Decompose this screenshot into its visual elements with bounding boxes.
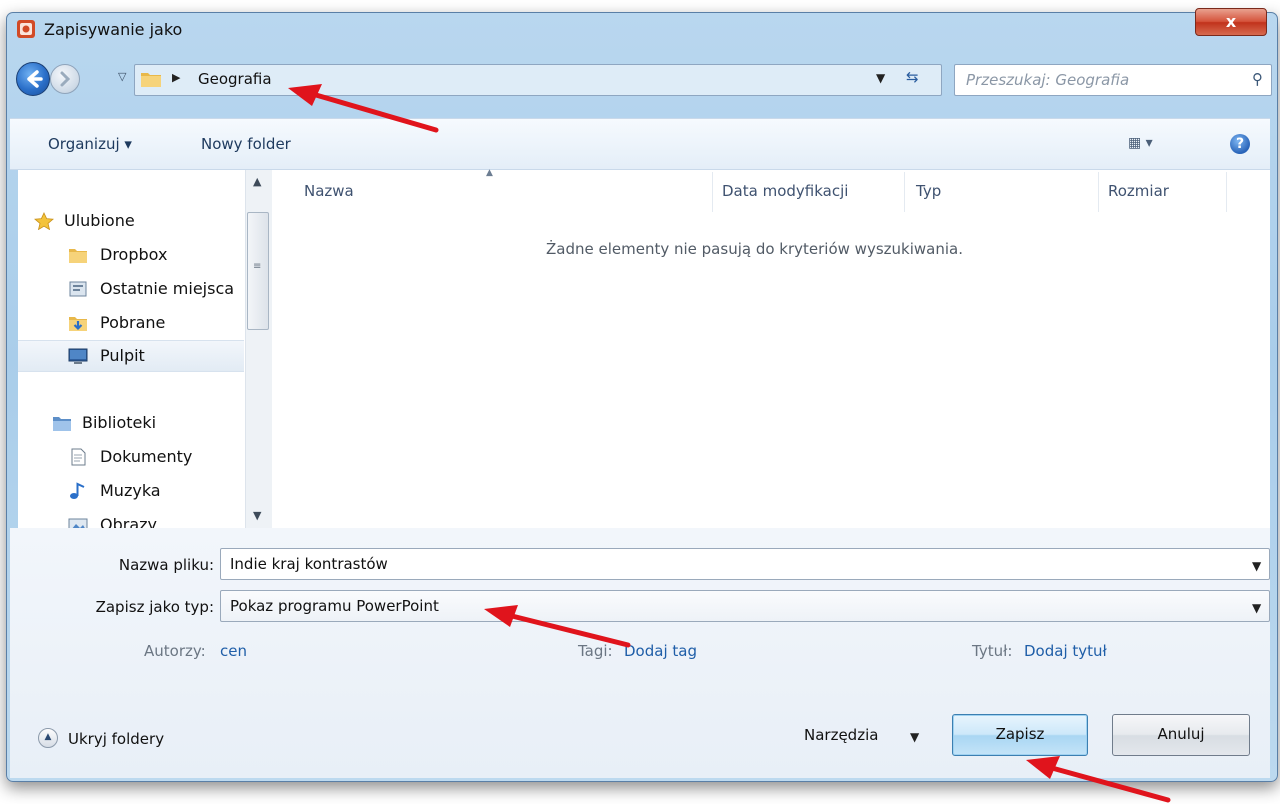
column-header-size[interactable]: Rozmiar — [1108, 182, 1169, 200]
folder-icon — [69, 249, 87, 263]
column-header-date-modified[interactable]: Data modyfikacji — [722, 182, 848, 200]
title-value[interactable]: Dodaj tytuł — [1024, 642, 1107, 660]
organize-button[interactable]: Organizuj ▾ — [48, 135, 132, 153]
file-list-pane[interactable] — [272, 170, 1270, 528]
scrollbar-grip-icon: ≡ — [253, 261, 262, 272]
forward-arrow-icon — [60, 71, 71, 87]
filename-value[interactable]: Indie kraj kontrastów — [230, 555, 388, 573]
nav-item-music[interactable]: Muzyka — [18, 476, 244, 506]
authors-label: Autorzy: — [144, 642, 206, 660]
tools-button[interactable]: Narzędzia — [804, 726, 878, 744]
tags-label: Tagi: — [578, 642, 613, 660]
powerpoint-app-icon — [17, 20, 35, 38]
forward-button[interactable] — [50, 64, 80, 94]
nav-item-recent-places[interactable]: Ostatnie miejsca — [18, 274, 244, 304]
libraries-icon — [53, 417, 71, 431]
pictures-icon — [68, 518, 88, 528]
file-type-dropdown-icon[interactable]: ▼ — [1252, 601, 1261, 615]
column-divider[interactable] — [904, 172, 905, 212]
star-icon — [34, 212, 54, 230]
help-icon[interactable]: ? — [1230, 134, 1250, 154]
close-button[interactable]: x — [1195, 8, 1267, 36]
file-type-value[interactable]: Pokaz programu PowerPoint — [230, 597, 439, 615]
file-type-label: Zapisz jako typ: — [95, 598, 214, 616]
nav-label: Ulubione — [64, 211, 135, 230]
back-button[interactable] — [16, 62, 50, 96]
nav-label: Muzyka — [100, 481, 161, 500]
column-divider[interactable] — [712, 172, 713, 212]
search-icon[interactable]: ⚲ — [1252, 70, 1263, 88]
desktop-icon — [68, 348, 88, 364]
hide-folders-icon[interactable]: ▲ — [38, 728, 58, 748]
nav-label: Pulpit — [100, 346, 145, 365]
nav-item-pictures[interactable]: Obrazy — [18, 510, 244, 528]
empty-results-message: Żadne elementy nie pasują do kryteriów w… — [546, 240, 963, 258]
nav-favorites-header[interactable]: Ulubione — [18, 206, 244, 236]
nav-item-downloads[interactable]: Pobrane — [18, 308, 244, 338]
music-icon — [70, 482, 85, 499]
nav-label: Pobrane — [100, 313, 166, 332]
title-label: Tytuł: — [972, 642, 1013, 660]
authors-value[interactable]: cen — [220, 642, 247, 660]
nav-label: Dokumenty — [100, 447, 193, 466]
breadcrumb-chevron-icon[interactable]: ▶ — [172, 71, 180, 84]
documents-icon — [71, 448, 86, 466]
column-divider[interactable] — [1226, 172, 1227, 212]
nav-label: Biblioteki — [82, 413, 157, 432]
scroll-down-icon[interactable]: ▼ — [253, 509, 261, 522]
view-options-button[interactable]: ▦ ▾ — [1128, 135, 1153, 151]
cancel-button[interactable]: Anuluj — [1112, 714, 1250, 756]
nav-label: Dropbox — [100, 245, 168, 264]
navigation-pane: Ulubione Dropbox Ostatnie miejsca Pobran… — [18, 170, 245, 528]
filename-dropdown-icon[interactable]: ▼ — [1252, 559, 1261, 573]
nav-label: Obrazy — [100, 515, 157, 528]
search-placeholder: Przeszukaj: Geografia — [966, 71, 1130, 89]
recent-places-icon — [69, 281, 87, 297]
command-toolbar — [10, 118, 1270, 170]
save-button[interactable]: Zapisz — [952, 714, 1088, 756]
nav-libraries-header[interactable]: Biblioteki — [18, 408, 244, 438]
refresh-icon[interactable]: ⇆ — [906, 68, 919, 86]
folder-icon — [141, 73, 161, 87]
nav-item-documents[interactable]: Dokumenty — [18, 442, 244, 472]
nav-item-desktop[interactable]: Pulpit — [18, 340, 244, 372]
back-arrow-icon — [27, 70, 43, 88]
new-folder-button[interactable]: Nowy folder — [201, 135, 291, 153]
window-title: Zapisywanie jako — [44, 20, 183, 39]
tags-value[interactable]: Dodaj tag — [624, 642, 697, 660]
sort-ascending-icon: ▲ — [486, 168, 493, 178]
breadcrumb-current-folder[interactable]: Geografia — [198, 70, 272, 88]
nav-label: Ostatnie miejsca — [100, 279, 235, 298]
column-header-type[interactable]: Typ — [916, 182, 941, 200]
filename-label: Nazwa pliku: — [118, 556, 214, 574]
column-header-name[interactable]: Nazwa — [304, 182, 354, 200]
scroll-up-icon[interactable]: ▲ — [253, 175, 261, 188]
history-dropdown-icon[interactable]: ▽ — [118, 70, 126, 83]
tools-dropdown-icon[interactable]: ▼ — [910, 730, 919, 744]
hide-folders-button[interactable]: Ukryj foldery — [68, 730, 164, 748]
downloads-icon — [69, 317, 87, 331]
column-divider[interactable] — [1098, 172, 1099, 212]
address-dropdown-icon[interactable]: ▼ — [876, 71, 885, 85]
nav-item-dropbox[interactable]: Dropbox — [18, 240, 244, 270]
